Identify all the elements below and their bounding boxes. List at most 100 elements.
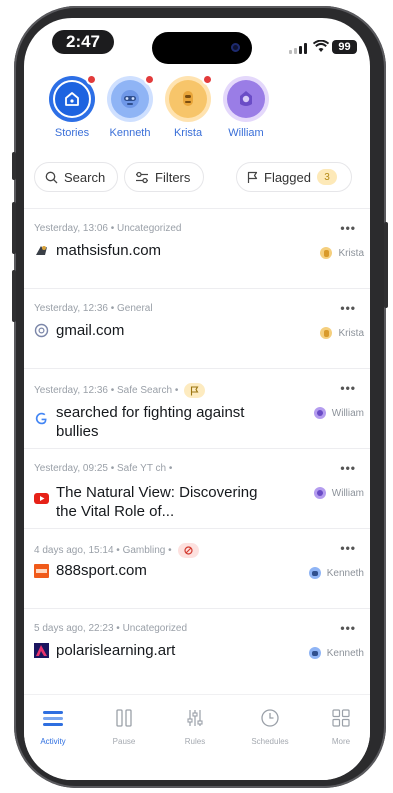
activity-row[interactable]: Yesterday, 12:36 • General ••• gmail.com… — [24, 288, 370, 368]
search-label: Search — [64, 169, 106, 185]
profile-avatar — [165, 74, 213, 122]
activity-title: searched for fighting against bullies — [56, 404, 245, 440]
flag-icon — [247, 171, 258, 183]
activity-title: The Natural View: Discovering the Vital … — [56, 484, 258, 520]
more-options-icon[interactable]: ••• — [340, 221, 356, 235]
activity-row[interactable]: Yesterday, 09:25 • Safe YT ch • ••• The … — [24, 448, 370, 528]
activity-user: William — [313, 407, 364, 419]
profile-krista[interactable]: Krista — [156, 74, 220, 139]
user-avatar-icon — [320, 327, 333, 339]
profile-avatar — [223, 76, 269, 122]
sliders-icon — [187, 710, 203, 726]
robot-avatar-icon — [121, 90, 139, 108]
profile-name: William — [228, 127, 264, 139]
status-time: 2:47 — [52, 30, 114, 54]
activity-meta: 4 days ago, 15:14 • Gambling • — [34, 543, 199, 558]
activity-user: Kenneth — [308, 567, 364, 579]
status-bar: 2:47 99 — [24, 18, 370, 64]
more-options-icon[interactable]: ••• — [340, 461, 356, 475]
user-avatar-icon — [313, 407, 326, 419]
math-site-icon — [34, 243, 49, 258]
profile-name: Stories — [54, 127, 90, 139]
dynamic-island — [152, 32, 252, 64]
activity-title: 888sport.com — [56, 562, 147, 579]
alert-dot — [144, 74, 155, 85]
youtube-icon — [34, 491, 49, 506]
filters-button[interactable]: Filters — [124, 162, 204, 192]
more-options-icon[interactable]: ••• — [340, 621, 356, 635]
profile-stories[interactable]: Stories — [40, 74, 104, 139]
robot-avatar-icon — [240, 91, 252, 106]
filter-bar: Search Filters Flagged 3 — [24, 158, 370, 206]
sport-site-icon — [34, 563, 49, 578]
flag-tag — [184, 383, 206, 398]
activity-user: Krista — [320, 247, 364, 259]
bottom-tab-bar: Activity Pause Rules Schedules More — [24, 694, 370, 780]
more-options-icon[interactable]: ••• — [340, 301, 356, 315]
polaris-site-icon — [34, 643, 49, 658]
flagged-label: Flagged — [264, 169, 311, 185]
search-icon — [45, 171, 58, 183]
flagged-count-badge: 3 — [316, 169, 337, 185]
flag-icon — [191, 385, 199, 395]
filter-sliders-icon — [136, 171, 148, 183]
search-button[interactable]: Search — [34, 162, 118, 192]
signal-icon — [289, 43, 307, 54]
action-button — [12, 152, 16, 180]
profile-william[interactable]: William — [214, 76, 278, 139]
clock-icon — [261, 709, 279, 727]
flagged-button[interactable]: Flagged 3 — [236, 162, 352, 192]
camera-icon — [231, 43, 240, 52]
activity-user: Kenneth — [308, 647, 364, 659]
profile-name: Krista — [173, 127, 203, 139]
profile-avatar — [107, 74, 155, 122]
google-icon — [34, 411, 49, 426]
user-avatar-icon — [320, 247, 333, 259]
activity-row[interactable]: 5 days ago, 22:23 • Uncategorized ••• po… — [24, 608, 370, 688]
app-screen: 2:47 99 Stories Kenneth Krista William S… — [24, 18, 370, 780]
grid-icon — [332, 709, 350, 727]
activity-feed: Yesterday, 13:06 • Uncategorized ••• mat… — [24, 208, 370, 688]
user-avatar-icon — [308, 567, 321, 579]
pause-icon — [116, 709, 132, 727]
home-icon — [65, 92, 79, 106]
profile-switcher: Stories Kenneth Krista William — [40, 74, 370, 160]
user-avatar-icon — [308, 647, 321, 659]
battery-indicator: 99 — [332, 40, 357, 54]
profile-name: Kenneth — [109, 127, 151, 139]
tab-schedules[interactable]: Schedules — [241, 705, 299, 746]
filters-label: Filters — [155, 169, 191, 185]
activity-row[interactable]: Yesterday, 13:06 • Uncategorized ••• mat… — [24, 208, 370, 288]
tab-more[interactable]: More — [312, 705, 370, 746]
activity-meta: Yesterday, 12:36 • General — [34, 303, 153, 314]
more-options-icon[interactable]: ••• — [340, 541, 356, 555]
activity-meta: Yesterday, 13:06 • Uncategorized — [34, 223, 182, 234]
globe-icon — [34, 323, 49, 338]
tab-rules[interactable]: Rules — [166, 705, 224, 746]
robot-avatar-icon — [183, 91, 193, 106]
profile-avatar — [49, 74, 97, 122]
blocked-tag — [177, 543, 199, 558]
tab-pause[interactable]: Pause — [95, 705, 153, 746]
activity-user: William — [313, 487, 364, 499]
profile-kenneth[interactable]: Kenneth — [98, 74, 162, 139]
volume-up-button — [12, 202, 16, 254]
activity-meta: Yesterday, 12:36 • Safe Search • — [34, 383, 206, 398]
activity-meta: 5 days ago, 22:23 • Uncategorized — [34, 623, 188, 634]
power-button — [384, 222, 388, 308]
tab-activity[interactable]: Activity — [24, 705, 82, 746]
alert-dot — [86, 74, 97, 85]
activity-meta: Yesterday, 09:25 • Safe YT ch • — [34, 463, 173, 474]
volume-down-button — [12, 270, 16, 322]
user-avatar-icon — [313, 487, 326, 499]
activity-title: gmail.com — [56, 322, 125, 339]
block-icon — [184, 546, 193, 555]
alert-dot — [202, 74, 213, 85]
activity-row[interactable]: Yesterday, 12:36 • Safe Search • ••• sea… — [24, 368, 370, 448]
activity-row[interactable]: 4 days ago, 15:14 • Gambling • ••• 888sp… — [24, 528, 370, 608]
more-options-icon[interactable]: ••• — [340, 381, 356, 395]
activity-user: Krista — [320, 327, 364, 339]
activity-icon — [43, 711, 63, 726]
activity-title: mathsisfun.com — [56, 242, 162, 259]
activity-title: polarislearning.art — [56, 642, 176, 659]
